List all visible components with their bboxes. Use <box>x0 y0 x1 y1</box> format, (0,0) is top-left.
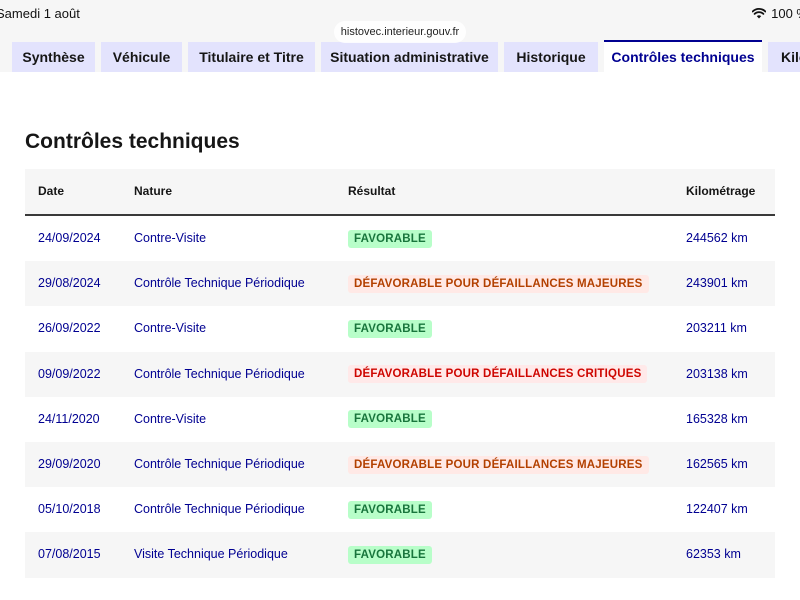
tab-situation-administrative[interactable]: Situation administrative <box>321 42 498 72</box>
tab-bar: Synthèse Véhicule Titulaire et Titre Sit… <box>0 40 800 72</box>
cell-mileage: 162565 km <box>686 456 748 471</box>
cell-mileage: 244562 km <box>686 231 748 245</box>
table-row: 26/09/2022 Contre-Visite FAVORABLE 20321… <box>25 306 775 351</box>
cell-date: 05/10/2018 <box>38 502 101 517</box>
column-header-result: Résultat <box>348 184 396 198</box>
wifi-icon <box>752 8 767 19</box>
inspections-table: Date Nature Résultat Kilométrage 24/09/2… <box>25 169 775 578</box>
battery-level: 100 % <box>771 6 800 21</box>
cell-result: FAVORABLE <box>348 216 432 261</box>
cell-nature: Contrôle Technique Périodique <box>134 366 305 381</box>
result-badge: DÉFAVORABLE POUR DÉFAILLANCES CRITIQUES <box>348 365 648 384</box>
cell-result: FAVORABLE <box>348 397 432 442</box>
cell-date: 07/08/2015 <box>38 547 101 562</box>
cell-mileage: 243901 km <box>686 276 748 291</box>
cell-nature: Contrôle Technique Périodique <box>134 456 305 471</box>
table-row: 24/09/2024 Contre-Visite FAVORABLE 24456… <box>25 216 775 261</box>
cell-result: FAVORABLE <box>348 487 432 532</box>
table-row: 29/09/2020 Contrôle Technique Périodique… <box>25 441 775 488</box>
cell-result: DÉFAVORABLE POUR DÉFAILLANCES CRITIQUES <box>348 352 648 397</box>
cell-date: 29/09/2020 <box>38 456 101 471</box>
column-header-date: Date <box>38 184 65 198</box>
cell-result: FAVORABLE <box>348 532 432 577</box>
cell-date: 24/09/2024 <box>38 231 101 245</box>
table-row: 24/11/2020 Contre-Visite FAVORABLE 16532… <box>25 397 775 442</box>
column-header-mileage: Kilométrage <box>686 184 756 198</box>
result-badge: FAVORABLE <box>348 229 432 248</box>
table-row: 07/08/2015 Visite Technique Périodique F… <box>25 532 775 578</box>
tab-historique[interactable]: Historique <box>504 42 598 72</box>
table-row: 09/09/2022 Contrôle Technique Périodique… <box>25 351 775 397</box>
cell-result: DÉFAVORABLE POUR DÉFAILLANCES MAJEURES <box>348 261 649 306</box>
cell-nature: Contre-Visite <box>134 411 207 426</box>
cell-nature: Contre-Visite <box>134 321 207 336</box>
status-indicators: 100 % <box>752 6 800 21</box>
cell-mileage: 122407 km <box>686 502 748 517</box>
cell-nature: Contrôle Technique Périodique <box>134 502 305 517</box>
result-badge: FAVORABLE <box>348 320 432 339</box>
table-header: Date Nature Résultat Kilométrage <box>25 169 775 216</box>
result-badge: FAVORABLE <box>348 500 432 519</box>
page-title: Contrôles techniques <box>25 130 240 153</box>
cell-result: DÉFAVORABLE POUR DÉFAILLANCES MAJEURES <box>348 442 649 487</box>
tab-kilometrage[interactable]: Kilométrage <box>768 42 800 72</box>
tab-titulaire-et-titre[interactable]: Titulaire et Titre <box>188 42 315 72</box>
cell-mileage: 62353 km <box>686 547 741 562</box>
result-badge: FAVORABLE <box>348 546 432 565</box>
cell-mileage: 203138 km <box>686 366 748 381</box>
cell-date: 29/08/2024 <box>38 276 101 291</box>
cell-date: 09/09/2022 <box>38 366 101 381</box>
cell-date: 26/09/2022 <box>38 321 101 336</box>
status-time: Samedi 1 août <box>0 6 80 21</box>
result-badge: DÉFAVORABLE POUR DÉFAILLANCES MAJEURES <box>348 274 649 293</box>
result-badge: FAVORABLE <box>348 410 432 429</box>
cell-nature: Visite Technique Périodique <box>134 547 288 562</box>
tab-controles-techniques[interactable]: Contrôles techniques <box>604 40 762 72</box>
cell-date: 24/11/2020 <box>38 411 100 426</box>
cell-mileage: 165328 km <box>686 411 748 426</box>
column-header-nature: Nature <box>134 184 173 198</box>
tab-vehicule[interactable]: Véhicule <box>101 42 182 72</box>
cell-result: FAVORABLE <box>348 306 432 351</box>
tab-synthese[interactable]: Synthèse <box>12 42 95 72</box>
tab-panel: Contrôles techniques Date Nature Résulta… <box>0 72 800 600</box>
cell-nature: Contrôle Technique Périodique <box>134 276 305 291</box>
table-row: 05/10/2018 Contrôle Technique Périodique… <box>25 487 775 532</box>
cell-mileage: 203211 km <box>686 321 747 336</box>
cell-nature: Contre-Visite <box>134 231 207 245</box>
address-bar[interactable]: histovec.interieur.gouv.fr <box>334 21 466 43</box>
result-badge: DÉFAVORABLE POUR DÉFAILLANCES MAJEURES <box>348 455 649 474</box>
table-row: 29/08/2024 Contrôle Technique Périodique… <box>25 261 775 307</box>
